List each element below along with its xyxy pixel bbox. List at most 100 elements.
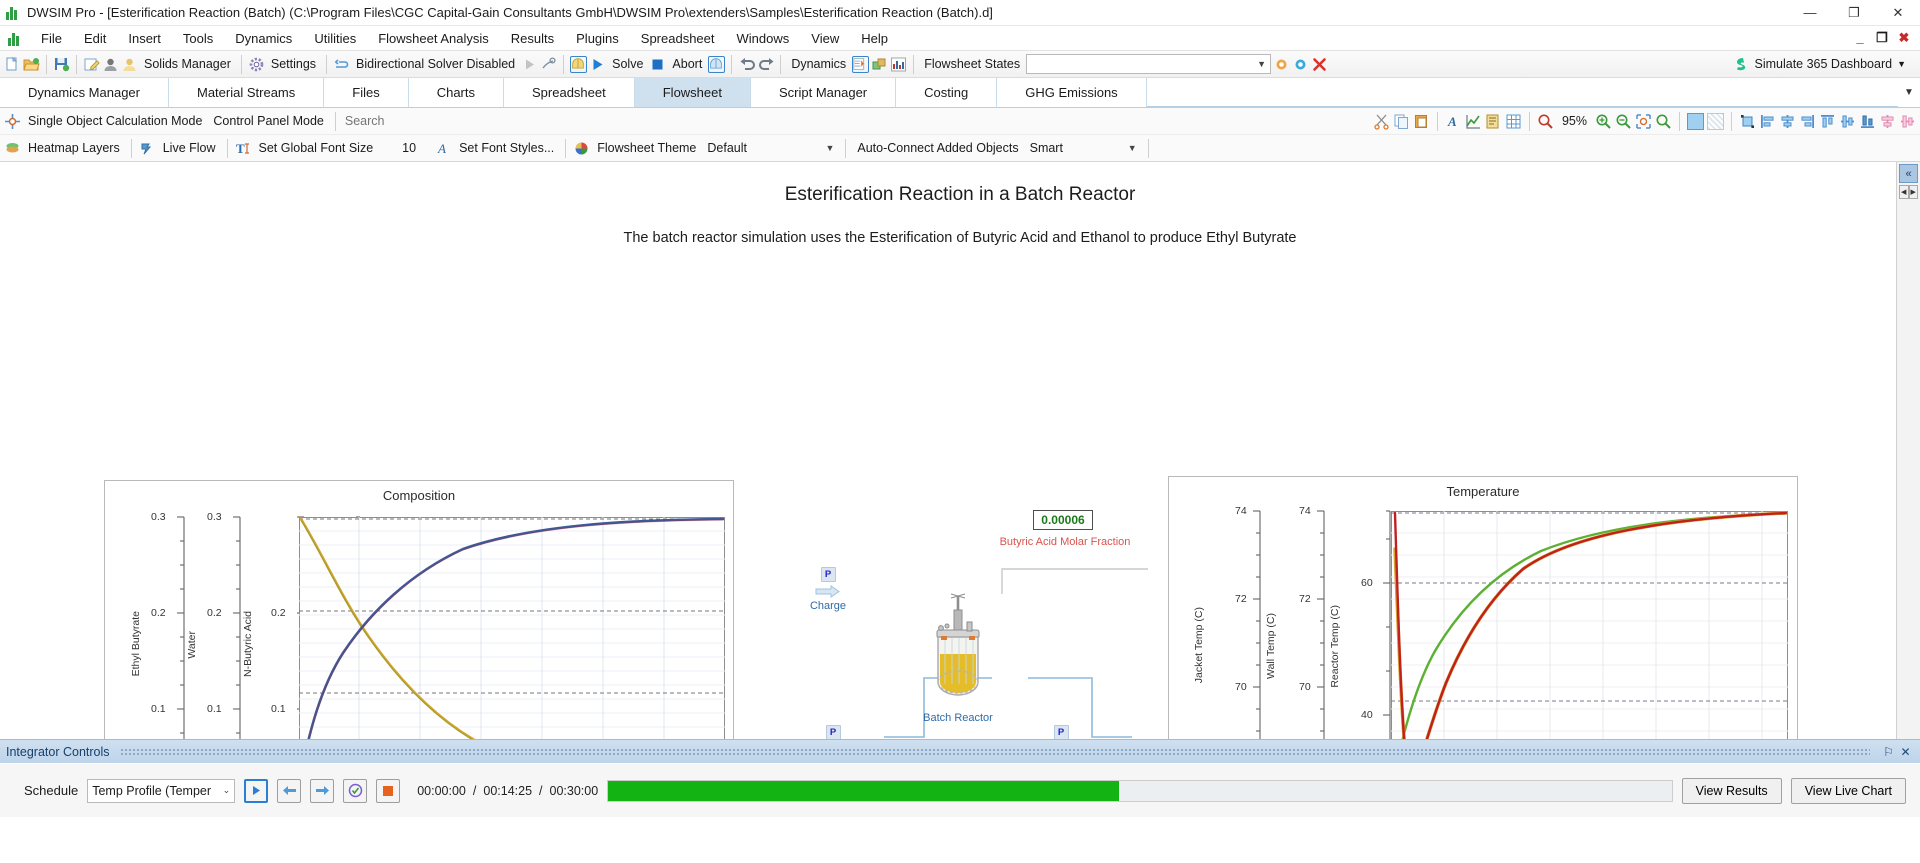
chart-insert-icon[interactable]: [1465, 113, 1482, 130]
flowsheet-states-combo[interactable]: ▼: [1026, 54, 1272, 74]
run-integrator-button[interactable]: [244, 778, 269, 803]
state-view-icon[interactable]: [1292, 56, 1309, 73]
live-flow-icon[interactable]: [139, 140, 156, 157]
menu-item-view[interactable]: View: [800, 28, 850, 49]
menu-item-insert[interactable]: Insert: [117, 28, 172, 49]
menu-item-plugins[interactable]: Plugins: [565, 28, 630, 49]
solver-mode-alt-icon[interactable]: [708, 55, 726, 73]
copy-icon[interactable]: [1393, 113, 1410, 130]
menu-item-help[interactable]: Help: [850, 28, 899, 49]
dynamics-chart-icon[interactable]: [890, 56, 907, 73]
bidirectional-solver-button[interactable]: Bidirectional Solver Disabled: [352, 55, 519, 73]
menu-item-results[interactable]: Results: [500, 28, 565, 49]
align-center-vertical-icon[interactable]: [1839, 113, 1856, 130]
paste-icon[interactable]: [1413, 113, 1430, 130]
abort-stop-icon[interactable]: [649, 56, 666, 73]
tab-files[interactable]: Files: [324, 78, 409, 107]
align-center-horizontal-icon[interactable]: [1779, 113, 1796, 130]
align-right-icon[interactable]: [1799, 113, 1816, 130]
set-font-styles-button[interactable]: Set Font Styles...: [455, 139, 558, 157]
bidirectional-solver-icon[interactable]: [333, 56, 350, 73]
composition-chart[interactable]: Composition Ethyl Butyrate 0.3 0.2 0.1 W…: [104, 480, 734, 739]
set-font-styles-icon[interactable]: A: [435, 140, 452, 157]
settings-button[interactable]: Settings: [267, 55, 320, 73]
open-folder-icon[interactable]: [23, 56, 40, 73]
tab-ghg-emissions[interactable]: GHG Emissions: [997, 78, 1147, 107]
rail-next-button[interactable]: ▶: [1908, 185, 1918, 199]
solids-manager-button[interactable]: Solids Manager: [140, 55, 235, 73]
state-save-icon[interactable]: [1273, 56, 1290, 73]
control-panel-mode-button[interactable]: Control Panel Mode: [209, 112, 327, 130]
stop-integrator-button[interactable]: [376, 778, 401, 803]
distribute-vertical-icon[interactable]: [1899, 113, 1916, 130]
live-flow-button[interactable]: Live Flow: [159, 139, 220, 157]
tab-script-manager[interactable]: Script Manager: [751, 78, 897, 107]
zoom-in-icon[interactable]: [1595, 113, 1612, 130]
menu-item-utilities[interactable]: Utilities: [303, 28, 367, 49]
user-profile-icon[interactable]: [102, 56, 119, 73]
zoom-reset-icon[interactable]: [1537, 113, 1554, 130]
stream-charge[interactable]: P Charge: [798, 567, 858, 612]
close-button[interactable]: ✕: [1876, 0, 1920, 26]
menu-item-windows[interactable]: Windows: [726, 28, 801, 49]
document-restore-button[interactable]: ❐: [1872, 30, 1892, 46]
simulate365-chevron-down-icon[interactable]: ▼: [1897, 59, 1906, 69]
rail-prev-button[interactable]: ◀: [1899, 185, 1909, 199]
abort-button[interactable]: Abort: [668, 55, 706, 73]
reset-integrator-button[interactable]: [343, 778, 368, 803]
redo-icon[interactable]: [757, 56, 774, 73]
report-icon[interactable]: [1485, 113, 1502, 130]
auto-connect-combo[interactable]: Smart ▼: [1026, 138, 1141, 158]
state-delete-icon[interactable]: [1311, 56, 1328, 73]
menu-item-dynamics[interactable]: Dynamics: [224, 28, 303, 49]
zoom-out-icon[interactable]: [1615, 113, 1632, 130]
menu-item-file[interactable]: File: [30, 28, 73, 49]
menu-item-edit[interactable]: Edit: [73, 28, 117, 49]
dynamics-button[interactable]: Dynamics: [787, 55, 850, 73]
align-bottom-icon[interactable]: [1859, 113, 1876, 130]
panel-close-icon[interactable]: ✕: [1897, 745, 1914, 759]
gear-icon[interactable]: [248, 56, 265, 73]
tab-spreadsheet[interactable]: Spreadsheet: [504, 78, 635, 107]
tab-flowsheet[interactable]: Flowsheet: [634, 78, 751, 107]
flowsheet-theme-combo[interactable]: Default ▼: [703, 138, 838, 158]
cut-icon[interactable]: [1373, 113, 1390, 130]
menu-item-spreadsheet[interactable]: Spreadsheet: [630, 28, 726, 49]
grid-pattern-icon[interactable]: [1707, 112, 1724, 130]
single-object-calculation-icon[interactable]: [4, 113, 21, 130]
single-object-calculation-mode-button[interactable]: Single Object Calculation Mode: [24, 112, 206, 130]
save-icon[interactable]: [53, 56, 70, 73]
solve-play-icon[interactable]: [589, 56, 606, 73]
solve-button[interactable]: Solve: [608, 55, 647, 73]
font-size-icon[interactable]: T: [235, 140, 252, 157]
tab-dynamics-manager[interactable]: Dynamics Manager: [0, 78, 169, 107]
zoom-selection-icon[interactable]: [1655, 113, 1672, 130]
align-top-icon[interactable]: [1819, 113, 1836, 130]
solver-settings-icon[interactable]: [540, 56, 557, 73]
auto-connect-added-objects-button[interactable]: Auto-Connect Added Objects: [853, 139, 1022, 157]
simulate365-dashboard-label[interactable]: Simulate 365 Dashboard: [1754, 57, 1892, 71]
step-back-button[interactable]: [277, 778, 302, 803]
table-icon[interactable]: [1505, 113, 1522, 130]
document-close-button[interactable]: ✖: [1894, 30, 1914, 46]
undo-icon[interactable]: [738, 56, 756, 73]
stream-water-out[interactable]: P Water Out: [1026, 725, 1096, 739]
view-results-button[interactable]: View Results: [1681, 777, 1782, 804]
tab-charts[interactable]: Charts: [409, 78, 504, 107]
align-left-icon[interactable]: [1759, 113, 1776, 130]
edit-note-icon[interactable]: [83, 56, 100, 73]
collapse-panel-button[interactable]: «: [1899, 164, 1918, 183]
step-forward-button[interactable]: [310, 778, 335, 803]
flowsheet-theme-icon[interactable]: [573, 140, 590, 157]
tab-overflow-chevron-down-icon[interactable]: ▼: [1898, 78, 1920, 107]
batch-reactor-label[interactable]: Batch Reactor: [893, 712, 1023, 724]
distribute-horizontal-icon[interactable]: [1879, 113, 1896, 130]
flowsheet-theme-button[interactable]: Flowsheet Theme: [593, 139, 700, 157]
solids-manager-icon[interactable]: [121, 56, 138, 73]
font-style-icon[interactable]: A: [1445, 113, 1462, 130]
set-global-font-size-button[interactable]: Set Global Font Size: [255, 139, 378, 157]
grid-fill-icon[interactable]: [1687, 112, 1704, 130]
indicator-butyric-acid-molar-fraction[interactable]: 0.00006: [1008, 510, 1118, 530]
select-object-icon[interactable]: [1739, 113, 1756, 130]
dynamics-scenarios-icon[interactable]: [871, 56, 888, 73]
